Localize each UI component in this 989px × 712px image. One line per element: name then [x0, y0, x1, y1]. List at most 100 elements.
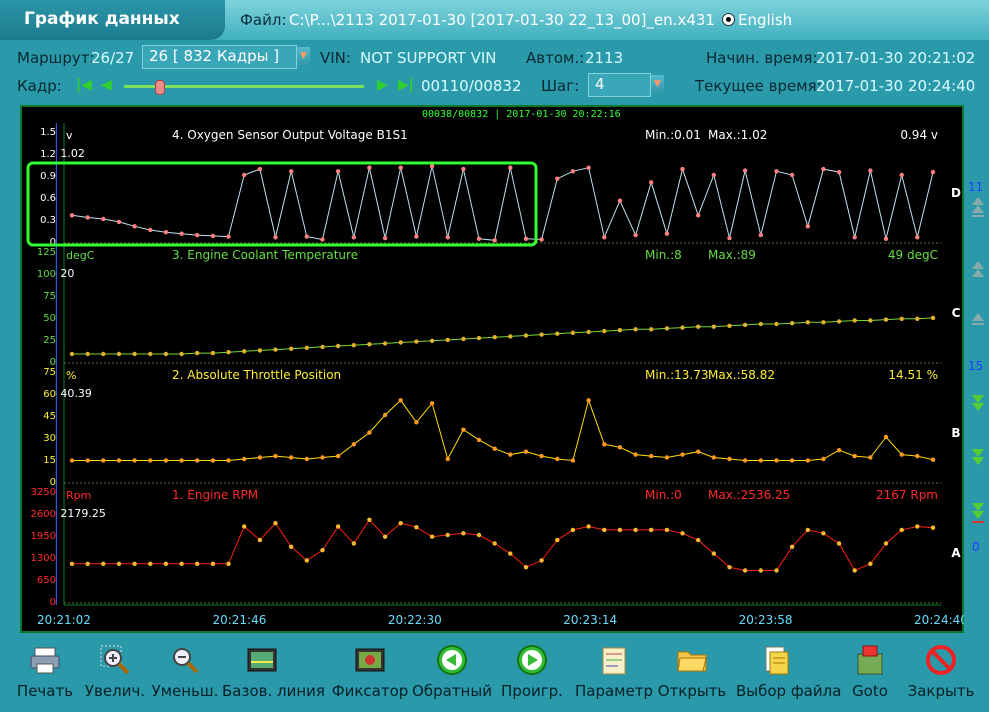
open-folder-button[interactable]: Открыть: [652, 640, 732, 710]
step-label: Шаг:: [541, 77, 580, 95]
data-point: [163, 458, 169, 463]
data-point: [85, 351, 90, 357]
data-point: [476, 437, 482, 443]
data-point: [101, 458, 106, 463]
play-button[interactable]: Проигр.: [492, 640, 572, 710]
data-point: [727, 235, 732, 241]
chart-frame: [20, 105, 964, 633]
scroll-up-icon-3[interactable]: [972, 313, 984, 325]
scroll-up-icon-2[interactable]: [972, 261, 984, 277]
data-point: [132, 561, 137, 566]
data-point: [664, 455, 670, 460]
data-point: [257, 455, 263, 460]
route-dropdown-icon[interactable]: ▼: [297, 47, 310, 65]
app-title: График данных: [24, 9, 180, 29]
data-point: [429, 401, 435, 406]
zoom-in-button[interactable]: Увелич.: [75, 640, 155, 710]
start-time-label: Начин. время:: [706, 49, 818, 67]
data-point: [101, 561, 106, 566]
select-file-button[interactable]: Выбор файла: [736, 640, 841, 710]
printer-icon: [29, 644, 61, 676]
zoom-out-button[interactable]: Уменьш.: [145, 640, 225, 710]
data-point: [836, 448, 842, 453]
x-tick-label: 20:21:02: [37, 613, 91, 627]
toolbar-label: Увелич.: [84, 682, 146, 700]
reverse-play-button[interactable]: Обратный: [412, 640, 492, 710]
data-point: [163, 561, 169, 566]
scroll-down-icon-2[interactable]: [972, 449, 984, 465]
data-point: [195, 232, 200, 238]
step-select[interactable]: 4: [588, 73, 651, 97]
data-point: [836, 319, 842, 324]
series-line-2: [72, 398, 934, 462]
data-point: [774, 568, 779, 573]
data-point: [492, 446, 497, 451]
toolbar-label: Открыть: [657, 682, 727, 700]
y-tick-label: 1300: [31, 553, 56, 564]
last-frame-icon[interactable]: ▶|: [398, 77, 414, 93]
data-point: [680, 325, 685, 330]
panel-max-0: Max.:1.02: [708, 128, 767, 142]
data-point: [351, 541, 356, 546]
toolbar-label: Фиксатор: [331, 682, 409, 700]
data-point: [664, 231, 670, 236]
language-radio[interactable]: [722, 13, 735, 26]
close-button[interactable]: Закрыть: [901, 640, 981, 710]
route-select[interactable]: 26 [ 832 Кадры ]: [142, 45, 297, 69]
data-point: [101, 216, 106, 222]
scroll-bottom-icon[interactable]: [972, 503, 984, 523]
panel-unit-2: %: [66, 369, 76, 382]
data-point: [742, 322, 748, 328]
frame-label: Кадр:: [17, 77, 62, 95]
data-point: [805, 527, 810, 533]
data-point: [85, 458, 90, 463]
goto-button[interactable]: Goto: [830, 640, 910, 710]
language-label[interactable]: English: [738, 11, 792, 29]
data-point: [899, 527, 904, 533]
data-point: [492, 335, 497, 340]
scroll-down-icon[interactable]: [972, 395, 984, 411]
data-point: [273, 235, 278, 240]
lock-screen-button[interactable]: Фиксатор: [330, 640, 410, 710]
data-point: [320, 237, 325, 242]
printer-button[interactable]: Печать: [5, 640, 85, 710]
first-frame-icon[interactable]: |◀: [76, 77, 92, 93]
data-point: [335, 524, 341, 529]
panel-title-2: 2. Absolute Throttle Position: [172, 368, 341, 382]
y-tick-label: 60: [43, 389, 56, 400]
data-point: [445, 235, 450, 240]
route-label: Маршрут:: [17, 49, 95, 67]
cursor-value-0: 1.02: [60, 147, 85, 160]
data-point: [367, 517, 372, 522]
cursor-value-3: 2179.25: [60, 507, 106, 520]
data-point: [727, 565, 732, 570]
data-point: [758, 232, 763, 238]
data-point: [367, 165, 372, 170]
data-point: [696, 537, 701, 543]
toolbar-label: Проигр.: [501, 682, 563, 700]
panel-min-3: Min.:0: [645, 488, 682, 502]
data-point: [163, 230, 169, 235]
step-dropdown-icon[interactable]: ▼: [651, 75, 664, 93]
auto-label: Автом.:: [526, 49, 585, 67]
data-point: [445, 456, 450, 462]
data-point: [836, 541, 842, 546]
vin-value: NOT SUPPORT VIN: [360, 49, 497, 67]
cursor-value-2: 40.39: [60, 387, 92, 400]
prev-frame-icon[interactable]: ◀: [101, 77, 112, 93]
scroll-up-icon[interactable]: [972, 197, 984, 217]
data-point: [382, 412, 388, 418]
data-point: [633, 327, 638, 332]
data-point: [617, 198, 623, 203]
y-tick-label: 650: [37, 575, 56, 586]
frame-slider-handle[interactable]: [155, 80, 165, 95]
data-point: [304, 558, 309, 563]
data-point: [868, 561, 873, 566]
data-point: [461, 531, 466, 536]
data-point: [883, 317, 889, 322]
data-chart[interactable]: 00038/00832 | 2017-01-30 20:22:16 1.5 1.2 0…: [20, 105, 964, 633]
next-frame-icon[interactable]: ▶: [377, 77, 388, 93]
parameter-button[interactable]: Параметр: [574, 640, 654, 710]
data-point: [429, 164, 435, 169]
baseline-button[interactable]: Базов. линия: [222, 640, 325, 710]
